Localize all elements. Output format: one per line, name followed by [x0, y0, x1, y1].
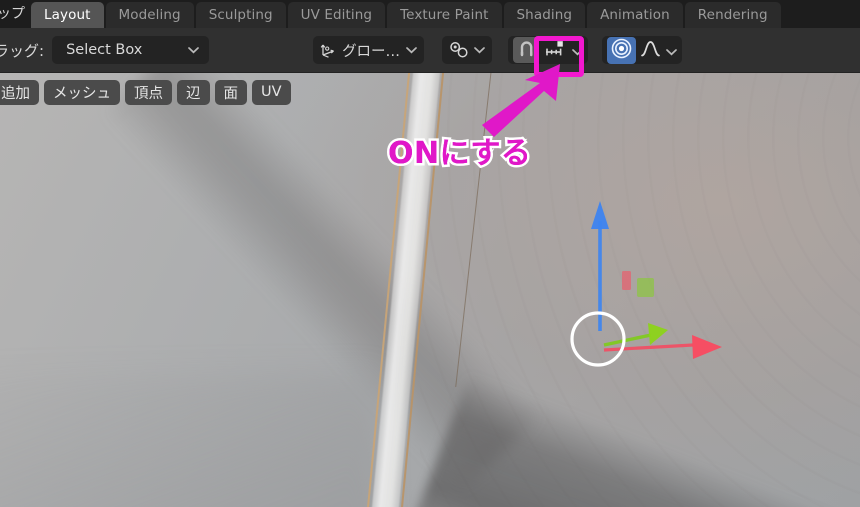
proportional-falloff-button[interactable]: [638, 37, 662, 63]
pivot-point-icon: [449, 41, 470, 59]
tab-texture-paint[interactable]: Texture Paint: [387, 2, 502, 28]
menu-item-mesh[interactable]: メッシュ: [44, 79, 120, 105]
chevron-down-icon: [474, 44, 485, 57]
chevron-down-icon: [188, 44, 199, 57]
pivot-point-dropdown[interactable]: [442, 36, 493, 64]
menu-item-add[interactable]: 追加: [0, 79, 39, 105]
active-tool-value: Select Box: [66, 42, 143, 58]
workspace-tab-bar: ップ Layout Modeling Sculpting UV Editing …: [0, 0, 860, 28]
transform-orientation-dropdown[interactable]: グロー…: [313, 36, 425, 64]
topbar-partial-label: ップ: [0, 6, 25, 22]
snapping-group: [508, 36, 589, 64]
viewport-header-toolbar: ラッグ: Select Box グロー…: [0, 28, 860, 73]
tab-rendering[interactable]: Rendering: [684, 2, 781, 28]
active-tool-dropdown[interactable]: Select Box: [52, 36, 210, 64]
menu-item-edge[interactable]: 辺: [177, 79, 210, 105]
3d-viewport[interactable]: [0, 73, 860, 507]
viewport-menu-bar: 追加 メッシュ 頂点 辺 面 UV: [0, 73, 860, 111]
blender-window: ONにする ONにする 追加 メッシュ 頂点 辺 面 UV ラッグ: Selec…: [0, 0, 860, 507]
proportional-editing-icon: [611, 38, 632, 63]
menu-item-vertex[interactable]: 頂点: [125, 79, 172, 105]
chevron-down-icon[interactable]: [572, 41, 583, 60]
tab-modeling[interactable]: Modeling: [105, 2, 194, 28]
transform-orientation-axes-icon: [319, 41, 337, 59]
proportional-editing-group: [602, 36, 683, 64]
chevron-down-icon[interactable]: [666, 41, 677, 60]
tab-uv-editing[interactable]: UV Editing: [287, 2, 386, 28]
proportional-falloff-smooth-icon: [640, 39, 661, 62]
chevron-down-icon: [406, 44, 417, 57]
snap-magnet-icon: [517, 39, 536, 62]
tab-shading[interactable]: Shading: [503, 2, 586, 28]
proportional-editing-toggle[interactable]: [607, 36, 637, 64]
tab-layout[interactable]: Layout: [31, 2, 104, 28]
snap-increment-button[interactable]: [541, 37, 567, 63]
transform-orientation-value: グロー…: [342, 43, 401, 60]
menu-item-uv[interactable]: UV: [252, 79, 291, 105]
workspace-tabs: Layout Modeling Sculpting UV Editing Tex…: [31, 0, 783, 28]
snap-increment-icon: [544, 39, 565, 62]
drag-label: ラッグ:: [0, 41, 45, 60]
snap-magnet-toggle[interactable]: [513, 37, 540, 63]
tab-animation[interactable]: Animation: [587, 2, 683, 28]
menu-item-face[interactable]: 面: [214, 79, 247, 105]
tab-sculpting[interactable]: Sculpting: [195, 2, 286, 28]
viewport-lower-left-shading: [0, 373, 380, 507]
